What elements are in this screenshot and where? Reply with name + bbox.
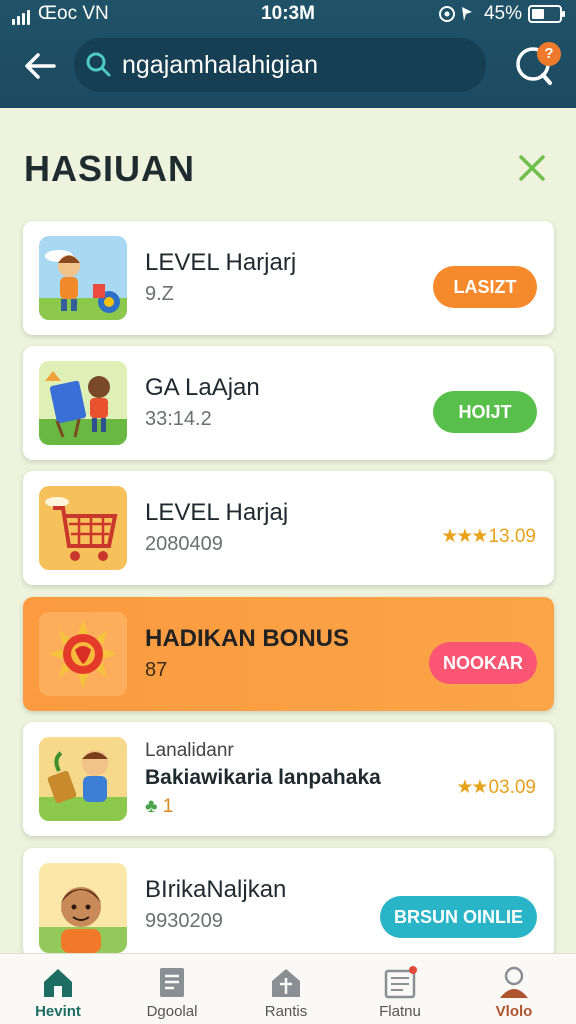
card-title: HADIKAN BONUS	[145, 625, 349, 652]
tab-house[interactable]: Rantis	[231, 954, 341, 1024]
card-subtitle: 33:14.2	[145, 408, 212, 430]
sprout-icon: ♣	[145, 796, 158, 817]
search-input[interactable]	[122, 50, 452, 80]
document-icon	[160, 968, 184, 997]
kid-gardening-thumbnail	[39, 737, 127, 821]
tab-label: Flatnu	[379, 1003, 421, 1020]
search-box[interactable]	[74, 38, 486, 92]
card-action-button[interactable]: HOIJT	[433, 391, 537, 433]
card-category: Lanalidanr	[145, 740, 234, 761]
card-action-button[interactable]: LASIZT	[433, 266, 537, 308]
kid-portrait-thumbnail	[39, 863, 127, 953]
tab-label: Hevint	[35, 1003, 81, 1020]
list-item[interactable]: Lanalidanr Bakiawikaria lanpahaka ♣ 1 ★★…	[23, 722, 554, 836]
card-action-button[interactable]: NOOKAR	[429, 642, 537, 684]
list-item[interactable]: LEVEL Harjarj 9.Z LASIZT	[23, 221, 554, 335]
tab-profile[interactable]: Vlolo	[459, 954, 569, 1024]
back-arrow-icon[interactable]	[18, 44, 62, 88]
card-subtitle: 9930209	[145, 910, 223, 932]
profile-icon	[500, 966, 528, 998]
tab-label: Dgoolal	[146, 1003, 198, 1020]
card-title: LEVEL Harjaj	[145, 499, 289, 526]
list-item[interactable]: GA LaAjan 33:14.2 HOIJT	[23, 346, 554, 460]
shopping-cart-thumbnail	[39, 486, 127, 570]
card-title: LEVEL Harjarj	[145, 249, 297, 276]
battery-icon	[528, 5, 565, 23]
rating-value: 13.09	[488, 526, 536, 547]
tab-document[interactable]: Dgoolal	[117, 954, 227, 1024]
sheet-title: HASIUAN	[24, 148, 196, 189]
list-item[interactable]: BIrikaNaljkan 9930209 BRSUN OINLIE	[23, 848, 554, 958]
card-subtitle-value: 1	[162, 796, 174, 817]
rating: ★★ 03.09	[456, 776, 536, 799]
card-title: GA LaAjan	[145, 374, 260, 401]
tab-home[interactable]: Hevint	[3, 954, 113, 1024]
bonus-badge-thumbnail	[39, 612, 127, 696]
status-right: 45%	[438, 3, 565, 25]
card-subtitle: ♣ 1	[145, 796, 173, 818]
tab-label: Vlolo	[495, 1003, 533, 1020]
news-icon	[384, 966, 417, 999]
card-title: Bakiawikaria lanpahaka	[145, 766, 381, 789]
bottom-tab-bar: Hevint Dgoolal Rantis Flatnu Vlolo	[0, 953, 576, 1024]
card-subtitle: 87	[145, 659, 168, 681]
status-bar: Œoc VN 10:3M 45%	[0, 0, 576, 30]
tab-label: Rantis	[264, 1003, 308, 1020]
card-subtitle: 2080409	[145, 533, 223, 555]
house-icon	[272, 969, 300, 997]
battery-label: 45%	[483, 3, 522, 24]
star-icon: ★★	[456, 777, 488, 798]
list-item[interactable]: LEVEL Harjaj 2080409 ★★★ 13.09	[23, 471, 554, 585]
close-icon[interactable]	[514, 150, 550, 186]
kid-playing-thumbnail	[39, 236, 127, 320]
home-icon	[44, 969, 72, 997]
card-title: BIrikaNaljkan	[145, 876, 287, 903]
location-icon	[438, 6, 472, 22]
rating-value: 03.09	[488, 777, 536, 798]
tab-news[interactable]: Flatnu	[345, 954, 455, 1024]
card-action-button[interactable]: BRSUN OINLIE	[379, 896, 537, 938]
top-bar: Œoc VN 10:3M 45% ?	[0, 0, 576, 108]
card-subtitle: 9.Z	[145, 283, 174, 305]
notification-badge: ?	[537, 42, 561, 66]
kid-painting-thumbnail	[39, 361, 127, 445]
bonus-list-item[interactable]: HADIKAN BONUS 87 NOOKAR	[23, 597, 554, 711]
star-icon: ★★★	[441, 526, 488, 547]
rating: ★★★ 13.09	[441, 525, 536, 548]
search-icon	[86, 52, 111, 77]
